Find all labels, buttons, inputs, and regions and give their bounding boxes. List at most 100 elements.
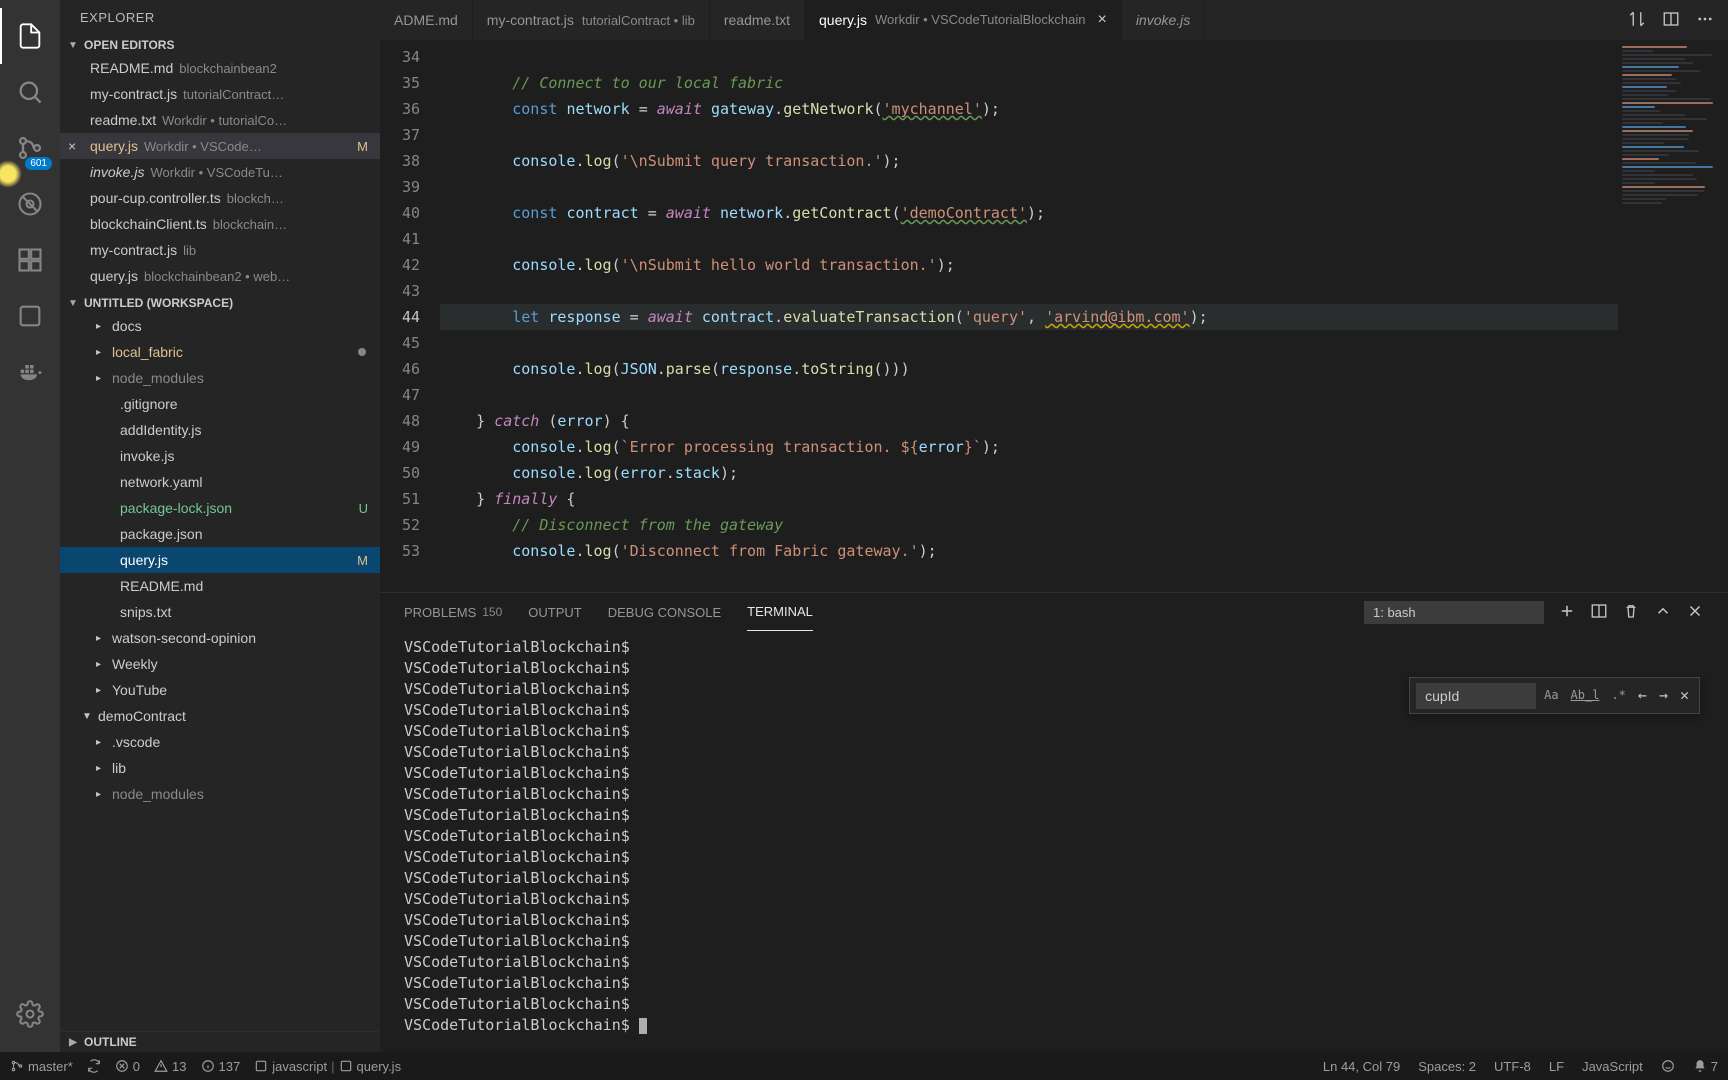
- editor-tab[interactable]: my-contract.js tutorialContract • lib: [473, 0, 710, 40]
- spaces-item[interactable]: Spaces: 2: [1418, 1059, 1476, 1074]
- warnings-item[interactable]: 13: [154, 1059, 186, 1074]
- folder-item[interactable]: ▸ node_modules: [60, 781, 380, 807]
- code-line[interactable]: [440, 122, 1618, 148]
- folder-item[interactable]: ▸ node_modules: [60, 365, 380, 391]
- file-item[interactable]: snips.txt: [60, 599, 380, 625]
- open-editor-item[interactable]: × pour-cup.controller.ts blockch…: [60, 185, 380, 211]
- file-item[interactable]: package-lock.json U: [60, 495, 380, 521]
- close-icon[interactable]: ×: [1097, 11, 1106, 29]
- file-item[interactable]: addIdentity.js: [60, 417, 380, 443]
- code-line[interactable]: const contract = await network.getContra…: [440, 200, 1618, 226]
- code-editor[interactable]: 3435363738394041424344454647484950515253…: [380, 40, 1728, 592]
- code-line[interactable]: console.log(error.stack);: [440, 460, 1618, 486]
- folder-item[interactable]: ▸ Weekly: [60, 651, 380, 677]
- file-item[interactable]: network.yaml: [60, 469, 380, 495]
- scm-icon[interactable]: 601: [0, 120, 60, 176]
- find-prev-icon[interactable]: ←: [1634, 683, 1651, 708]
- editor-tab[interactable]: query.js Workdir • VSCodeTutorialBlockch…: [805, 0, 1122, 40]
- code-line[interactable]: [440, 226, 1618, 252]
- terminal-select[interactable]: 1: bash: [1364, 601, 1544, 624]
- code-line[interactable]: let response = await contract.evaluateTr…: [440, 304, 1618, 330]
- open-editor-item[interactable]: × query.js Workdir • VSCode… M: [60, 133, 380, 159]
- folder-item[interactable]: ▼ demoContract: [60, 703, 380, 729]
- editor-tab[interactable]: readme.txt: [710, 0, 805, 40]
- more-icon[interactable]: [1696, 10, 1714, 31]
- output-tab[interactable]: OUTPUT: [528, 593, 581, 631]
- close-icon[interactable]: ×: [68, 138, 82, 154]
- debug-icon[interactable]: [0, 176, 60, 232]
- find-close-icon[interactable]: ✕: [1676, 683, 1693, 708]
- compare-icon[interactable]: [1628, 10, 1646, 31]
- docker-icon[interactable]: [0, 344, 60, 400]
- code-line[interactable]: console.log('\nSubmit query transaction.…: [440, 148, 1618, 174]
- lang-detect-item[interactable]: javascript | query.js: [254, 1059, 401, 1074]
- problems-tab[interactable]: PROBLEMS 150: [404, 593, 502, 631]
- git-branch-item[interactable]: master*: [10, 1059, 73, 1074]
- folder-item[interactable]: ▸ lib: [60, 755, 380, 781]
- search-icon[interactable]: [0, 64, 60, 120]
- file-item[interactable]: query.js M: [60, 547, 380, 573]
- code-line[interactable]: [440, 330, 1618, 356]
- code-line[interactable]: [440, 44, 1618, 70]
- code-line[interactable]: const network = await gateway.getNetwork…: [440, 96, 1618, 122]
- folder-item[interactable]: ▸ docs: [60, 313, 380, 339]
- terminal-tab[interactable]: TERMINAL: [747, 593, 813, 631]
- folder-item[interactable]: ▸ .vscode: [60, 729, 380, 755]
- file-item[interactable]: package.json: [60, 521, 380, 547]
- match-word-toggle[interactable]: Ab̲l: [1567, 682, 1604, 709]
- file-item[interactable]: invoke.js: [60, 443, 380, 469]
- code-line[interactable]: } finally {: [440, 486, 1618, 512]
- sync-item[interactable]: [87, 1059, 101, 1073]
- terminal-body[interactable]: Aa Ab̲l .* ← → ✕ VSCodeTutorialBlockchai…: [380, 631, 1728, 1052]
- open-editor-item[interactable]: × invoke.js Workdir • VSCodeTu…: [60, 159, 380, 185]
- eol-item[interactable]: LF: [1549, 1059, 1564, 1074]
- extensions-icon[interactable]: [0, 232, 60, 288]
- ibp-icon[interactable]: [0, 288, 60, 344]
- editor-tab[interactable]: ADME.md: [380, 0, 473, 40]
- close-panel-icon[interactable]: [1686, 602, 1704, 623]
- editor-tab[interactable]: invoke.js: [1122, 0, 1205, 40]
- notifications-item[interactable]: 7: [1693, 1059, 1718, 1074]
- kill-terminal-icon[interactable]: [1622, 602, 1640, 623]
- code-line[interactable]: console.log(JSON.parse(response.toString…: [440, 356, 1618, 382]
- code-line[interactable]: [440, 174, 1618, 200]
- minimap[interactable]: [1618, 40, 1728, 592]
- outline-header[interactable]: ▶ OUTLINE: [60, 1031, 380, 1052]
- errors-item[interactable]: 0: [115, 1059, 140, 1074]
- explorer-icon[interactable]: [0, 8, 60, 64]
- workspace-header[interactable]: ▼ UNTITLED (WORKSPACE): [60, 293, 380, 313]
- folder-item[interactable]: ▸ watson-second-opinion: [60, 625, 380, 651]
- regex-toggle[interactable]: .*: [1607, 682, 1629, 709]
- folder-item[interactable]: ▸ YouTube: [60, 677, 380, 703]
- language-mode-item[interactable]: JavaScript: [1582, 1059, 1643, 1074]
- maximize-panel-icon[interactable]: [1654, 602, 1672, 623]
- encoding-item[interactable]: UTF-8: [1494, 1059, 1531, 1074]
- file-item[interactable]: README.md: [60, 573, 380, 599]
- open-editor-item[interactable]: × blockchainClient.ts blockchain…: [60, 211, 380, 237]
- code-line[interactable]: // Disconnect from the gateway: [440, 512, 1618, 538]
- split-terminal-icon[interactable]: [1590, 602, 1608, 623]
- info-item[interactable]: 137: [201, 1059, 241, 1074]
- open-editor-item[interactable]: × my-contract.js tutorialContract…: [60, 81, 380, 107]
- split-editor-icon[interactable]: [1662, 10, 1680, 31]
- code-line[interactable]: console.log(`Error processing transactio…: [440, 434, 1618, 460]
- code-line[interactable]: // Connect to our local fabric: [440, 70, 1618, 96]
- find-next-icon[interactable]: →: [1655, 683, 1672, 708]
- code-line[interactable]: [440, 278, 1618, 304]
- new-terminal-icon[interactable]: [1558, 602, 1576, 623]
- code-line[interactable]: console.log('\nSubmit hello world transa…: [440, 252, 1618, 278]
- debug-console-tab[interactable]: DEBUG CONSOLE: [608, 593, 721, 631]
- cursor-pos-item[interactable]: Ln 44, Col 79: [1323, 1059, 1400, 1074]
- code-line[interactable]: } catch (error) {: [440, 408, 1618, 434]
- find-input[interactable]: [1416, 683, 1536, 709]
- folder-item[interactable]: ▸ local_fabric: [60, 339, 380, 365]
- open-editor-item[interactable]: × README.md blockchainbean2: [60, 55, 380, 81]
- open-editor-item[interactable]: × query.js blockchainbean2 • web…: [60, 263, 380, 289]
- code-line[interactable]: console.log('Disconnect from Fabric gate…: [440, 538, 1618, 564]
- code-line[interactable]: [440, 382, 1618, 408]
- feedback-icon[interactable]: [1661, 1059, 1675, 1074]
- open-editor-item[interactable]: × readme.txt Workdir • tutorialCo…: [60, 107, 380, 133]
- file-item[interactable]: .gitignore: [60, 391, 380, 417]
- open-editor-item[interactable]: × my-contract.js lib: [60, 237, 380, 263]
- match-case-toggle[interactable]: Aa: [1540, 682, 1562, 709]
